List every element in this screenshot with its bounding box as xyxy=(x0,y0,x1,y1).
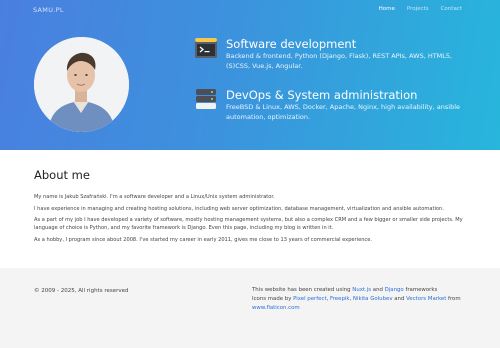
hero-section: SAMU.PL Home Projects Contact Software d… xyxy=(0,0,500,150)
about-section: About me My name is Jakub Szafrański. I'… xyxy=(34,168,474,247)
about-paragraph: As a part of my job I have developed a v… xyxy=(34,217,463,232)
credit-text: and xyxy=(371,287,385,293)
about-paragraph: My name is Jakub Szafrański. I'm a softw… xyxy=(34,194,275,200)
nav-link-projects[interactable]: Projects xyxy=(407,6,429,12)
about-paragraph: I have experience in managing and creati… xyxy=(34,205,444,212)
credits: This website has been created using Nuxt… xyxy=(252,286,482,314)
credit-text: Icons made by xyxy=(252,296,294,303)
icons-credit: Icons made by Pixel perfect, Freepik, Ni… xyxy=(252,295,482,304)
credit-text: and xyxy=(392,296,407,303)
copyright-text: © 2009 - 2025, All rights reserved xyxy=(34,288,129,294)
site-brand-link[interactable]: SAMU.PL xyxy=(33,6,64,14)
terminal-icon xyxy=(194,37,218,59)
skill-title: DevOps & System administration xyxy=(226,88,418,102)
flaticon-credit: www.flaticon.com xyxy=(252,304,482,313)
credit-text: This website has been created using xyxy=(252,287,353,293)
profile-photo xyxy=(34,37,129,132)
framework-credit: This website has been created using Nuxt… xyxy=(252,286,482,295)
flaticon-link[interactable]: www.flaticon.com xyxy=(252,305,300,311)
nav-link-contact[interactable]: Contact xyxy=(441,6,462,12)
skill-title: Software development xyxy=(226,37,357,51)
server-icon xyxy=(194,88,218,110)
vectors-market-link[interactable]: Vectors Market xyxy=(406,296,446,302)
credit-text: from xyxy=(446,296,461,303)
about-heading: About me xyxy=(34,168,90,182)
nav-link-home[interactable]: Home xyxy=(379,6,395,12)
navbar: SAMU.PL Home Projects Contact xyxy=(0,0,500,20)
pixel-perfect-link[interactable]: Pixel perfect xyxy=(293,296,326,302)
skill-description: Backend & frontend, Python (Django, Flas… xyxy=(226,52,453,70)
nuxt-link[interactable]: Nuxt.js xyxy=(352,287,371,293)
footer: © 2009 - 2025, All rights reserved This … xyxy=(0,268,500,348)
django-link[interactable]: Django xyxy=(385,287,404,293)
nav-menu: Home Projects Contact xyxy=(379,6,462,12)
freepik-link[interactable]: Freepik xyxy=(330,296,349,302)
nikita-golubev-link[interactable]: Nikita Golubev xyxy=(353,296,393,302)
skill-description: FreeBSD & Linux, AWS, Docker, Apache, Ng… xyxy=(226,103,460,121)
credit-text: frameworks xyxy=(403,287,438,293)
about-paragraph: As a hobby, I program since about 2008. … xyxy=(34,236,372,243)
